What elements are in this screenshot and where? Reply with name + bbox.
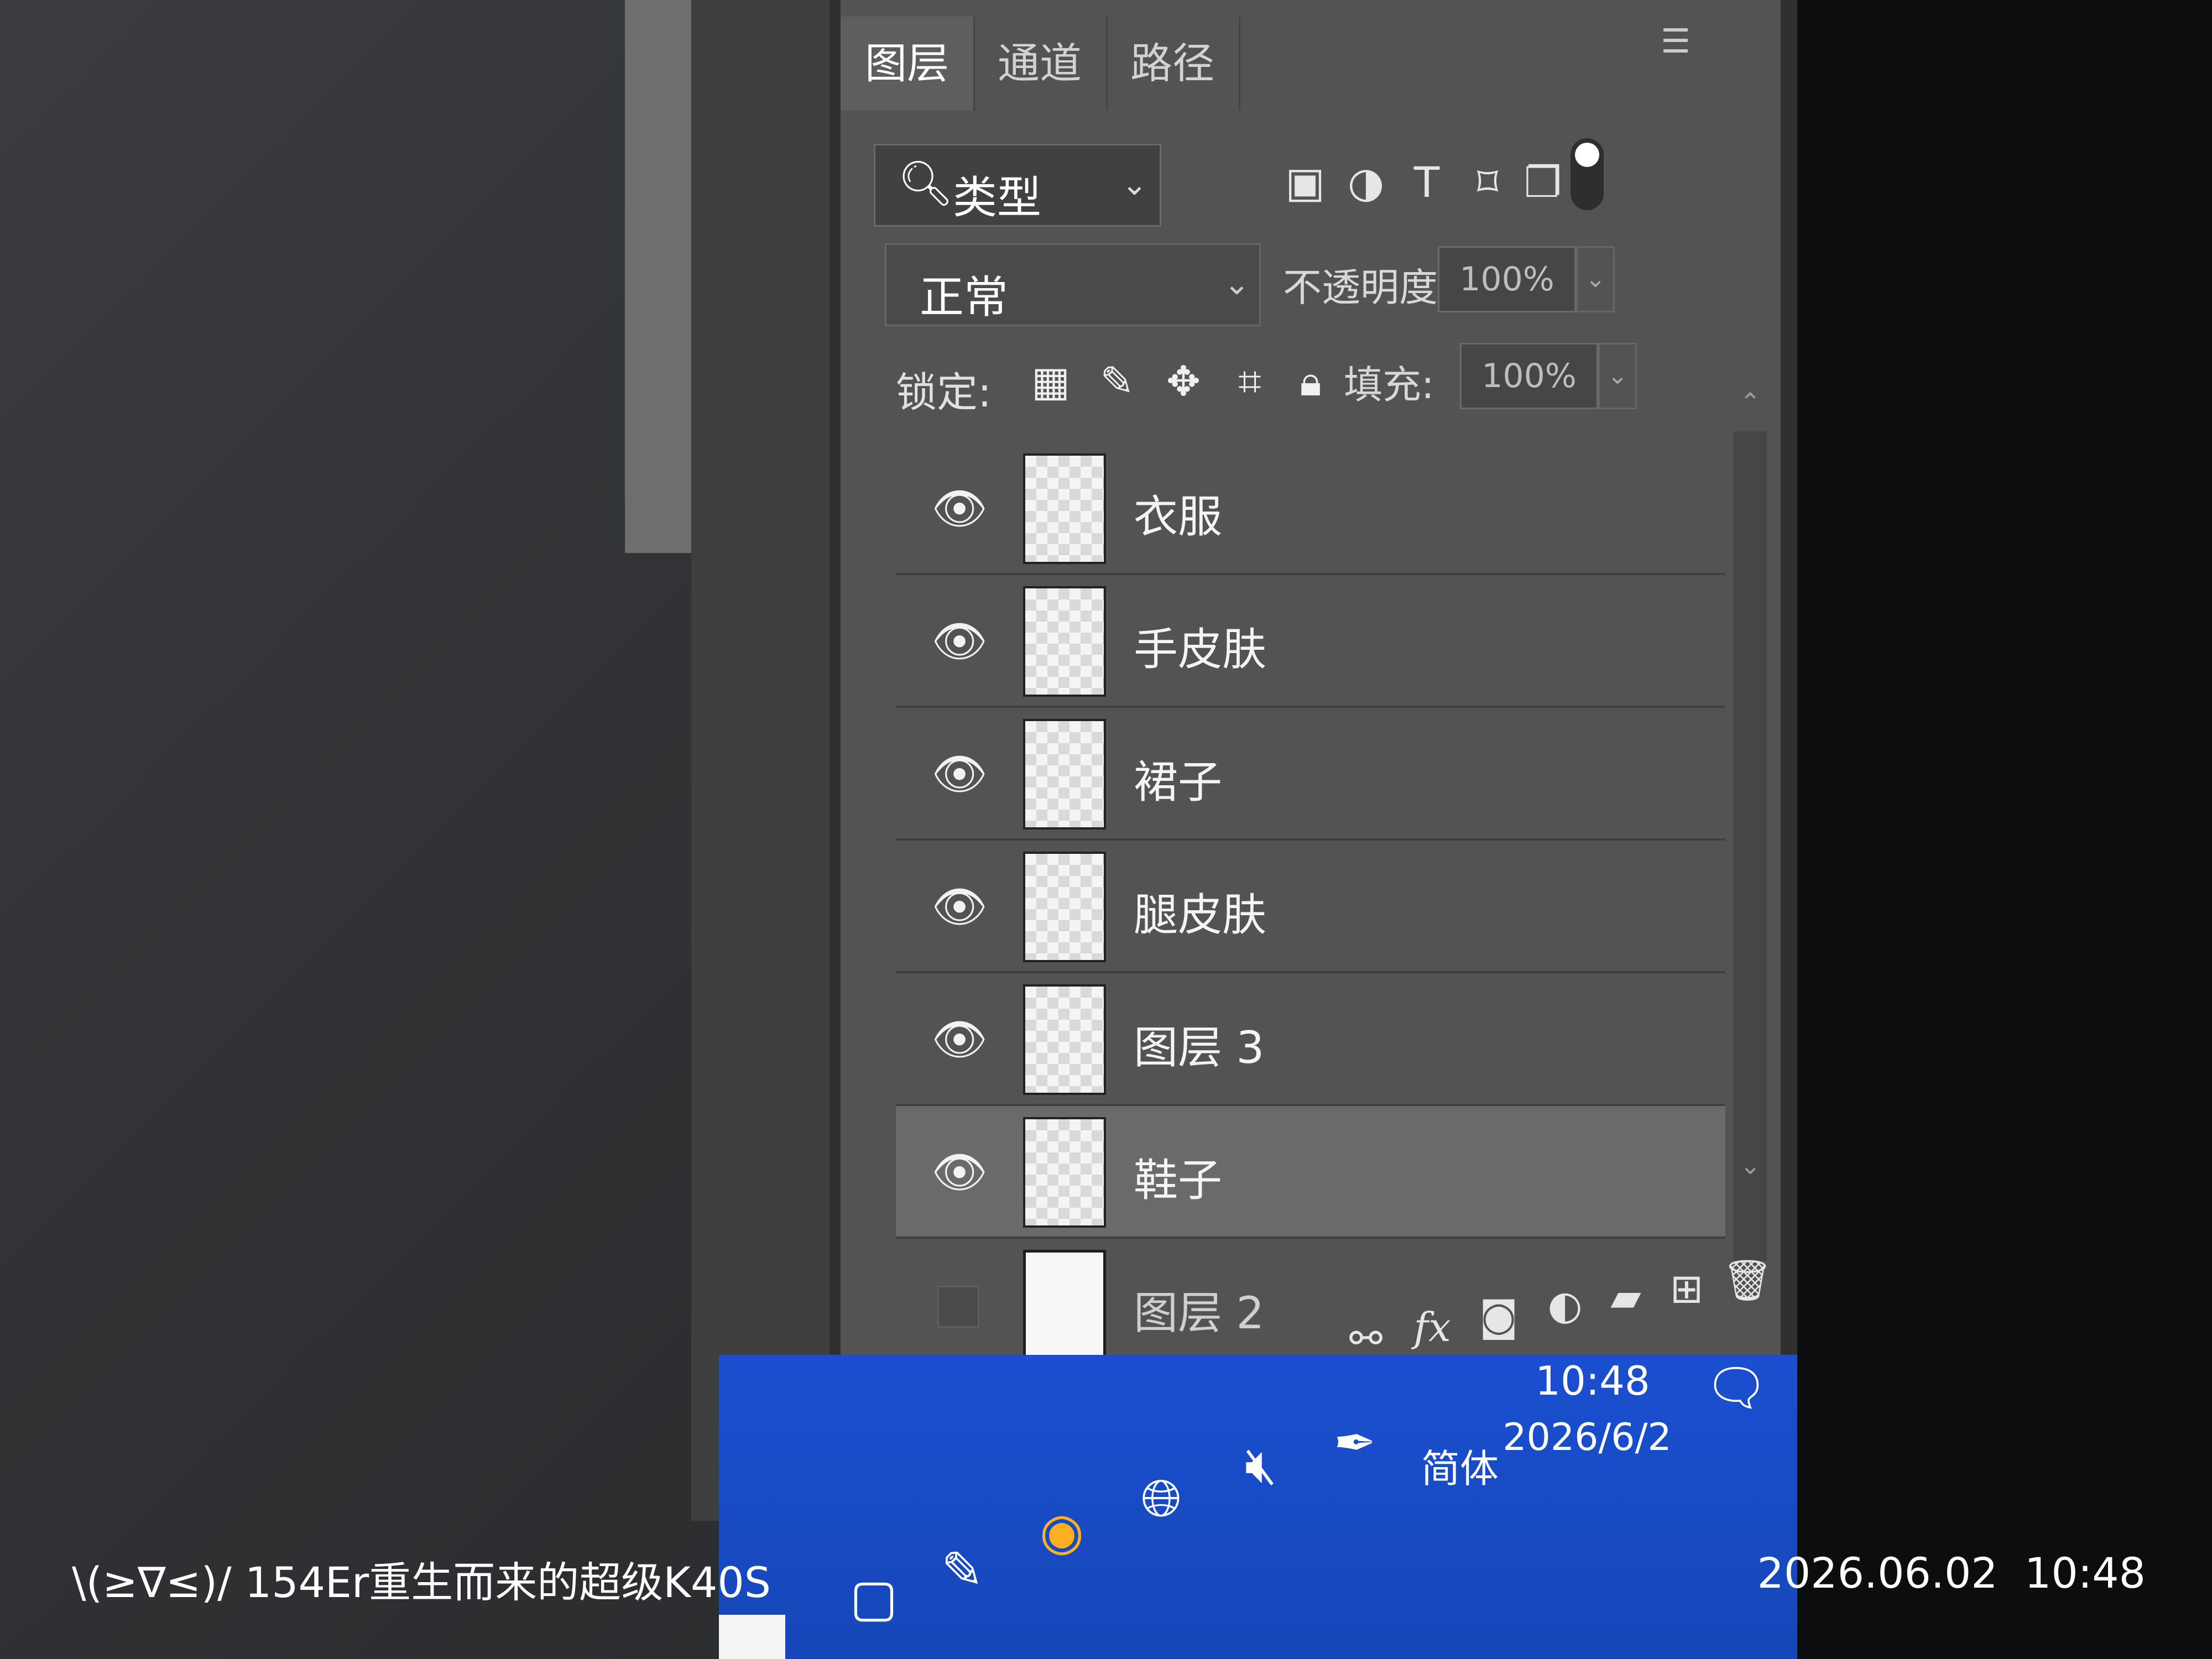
trash-icon[interactable]: 🗑︎: [1720, 1253, 1775, 1308]
layer-thumbnail: [1023, 1117, 1106, 1228]
blend-row: 正常 ⌄ 不透明度: 100% ⌄: [885, 243, 1781, 332]
fill-label: 填充:: [1344, 362, 1434, 408]
adjustment-filter-icon[interactable]: ◑: [1338, 155, 1394, 210]
layer-name: 腿皮肤: [1134, 889, 1266, 941]
tab-layers[interactable]: 图层: [841, 17, 975, 111]
visibility-box-icon[interactable]: [937, 1286, 979, 1328]
pen-tray-icon[interactable]: ✒: [1322, 1410, 1388, 1477]
chevron-down-icon[interactable]: ⌄: [1576, 246, 1615, 312]
layer-row[interactable]: 👁︎ 裙子: [896, 708, 1725, 841]
blend-mode-select[interactable]: 正常 ⌄: [885, 243, 1261, 326]
windows-taskbar: ▢ ✎ ◉ 🌐︎ 🔇︎ ✒ 简体 10:48 2026/6/2 🗨︎: [719, 1355, 1797, 1659]
camera-watermark-right: 2026.06.02 10:48: [1757, 1548, 2146, 1598]
clock-date[interactable]: 2026/6/2: [1493, 1416, 1681, 1459]
type-filter-icon[interactable]: T: [1399, 155, 1454, 210]
input-method-indicator[interactable]: 简体: [1421, 1438, 1499, 1494]
filter-kind-select[interactable]: 🔍︎ 类型 ⌄: [874, 144, 1161, 227]
camera-watermark-left: \(≥∇≤)/ 154Er重生而来的超级K40S: [72, 1558, 771, 1607]
lock-label: 锁定:: [896, 369, 992, 416]
opacity-input[interactable]: 100%: [1438, 246, 1576, 312]
layer-row[interactable]: 👁︎ 腿皮肤: [896, 841, 1725, 973]
fill-input[interactable]: 100%: [1460, 343, 1598, 409]
chevron-down-icon: ⌄: [1224, 266, 1250, 302]
network-globe-icon[interactable]: 🌐︎: [1128, 1465, 1194, 1532]
layer-row[interactable]: 👁︎ 手皮肤: [896, 575, 1725, 708]
lock-transparent-pixels-icon[interactable]: ▦: [1023, 354, 1078, 409]
eye-icon[interactable]: 👁︎: [929, 747, 990, 802]
canvas-vertical-scrollbar[interactable]: [625, 0, 691, 553]
lock-row: 锁定: ▦ ✎ ✥ ⌗ 🔒︎ 填充: 100% ⌄: [896, 337, 1781, 426]
layer-row[interactable]: 👁︎ 衣服: [896, 442, 1725, 575]
layer-name: 手皮肤: [1134, 624, 1266, 675]
blend-mode-value: 正常: [920, 272, 1008, 323]
layer-name: 衣服: [1134, 491, 1222, 542]
layer-thumbnail: [1023, 852, 1106, 962]
layers-scrollbar[interactable]: [1734, 431, 1767, 1261]
layer-name: 裙子: [1134, 757, 1222, 808]
lock-artboard-icon[interactable]: ⌗: [1222, 354, 1277, 409]
window-thumbnail: [719, 1615, 785, 1659]
adjustment-icon[interactable]: ◐: [1537, 1277, 1593, 1333]
eye-icon[interactable]: 👁︎: [929, 481, 990, 536]
filter-kind-label: 类型: [953, 172, 1041, 223]
canvas-side-strip: [691, 0, 846, 1521]
layer-thumbnail: [1023, 984, 1106, 1095]
layer-name: 鞋子: [1134, 1155, 1222, 1206]
app-icon[interactable]: ◉: [1029, 1499, 1095, 1565]
layer-row[interactable]: 👁︎ 图层 3: [896, 973, 1725, 1106]
eye-icon[interactable]: 👁︎: [929, 879, 990, 935]
smart-object-filter-icon[interactable]: ❐: [1515, 155, 1571, 210]
new-layer-icon[interactable]: ⊞: [1659, 1261, 1714, 1316]
image-filter-icon[interactable]: ▣: [1277, 155, 1333, 210]
opacity-label: 不透明度:: [1283, 265, 1451, 310]
speaker-muted-icon[interactable]: 🔇︎: [1228, 1432, 1294, 1499]
lock-image-pixels-icon[interactable]: ✎: [1089, 354, 1145, 409]
search-icon: 🔍︎: [898, 158, 954, 209]
lock-position-icon[interactable]: ✥: [1156, 354, 1211, 409]
panel-tabs: 图层 通道 路径 ☰: [841, 0, 1781, 116]
filter-toggle[interactable]: [1571, 138, 1604, 210]
lock-all-icon[interactable]: 🔒︎: [1283, 354, 1338, 409]
layers-list: 👁︎ 衣服 👁︎ 手皮肤 👁︎ 裙子 👁︎ 腿皮肤 👁︎ 图层 3 👁︎ 鞋子 …: [896, 442, 1725, 1360]
tab-paths[interactable]: 路径: [1106, 17, 1240, 111]
layer-thumbnail: [1023, 586, 1106, 697]
chevron-down-icon[interactable]: ⌄: [1734, 1150, 1767, 1189]
layer-thumbnail: [1023, 1250, 1106, 1360]
task-view-icon[interactable]: ▢: [841, 1565, 907, 1631]
layer-name: 图层 2: [1134, 1287, 1265, 1339]
layer-thumbnail: [1023, 453, 1106, 564]
eye-icon[interactable]: 👁︎: [929, 1012, 990, 1067]
layer-row-selected[interactable]: 👁︎ 鞋子: [896, 1106, 1725, 1239]
eye-icon[interactable]: 👁︎: [929, 614, 990, 669]
layer-thumbnail: [1023, 719, 1106, 830]
layers-panel: 图层 通道 路径 ☰ 🔍︎ 类型 ⌄ ▣ ◑ T ⌑ ❐ 正常 ⌄ 不透明度: …: [841, 0, 1781, 1416]
layer-name: 图层 3: [1134, 1022, 1265, 1073]
pen-app-icon[interactable]: ✎: [929, 1537, 995, 1604]
chevron-up-icon[interactable]: ⌃: [1734, 387, 1767, 426]
eye-icon[interactable]: 👁︎: [929, 1145, 990, 1200]
shape-filter-icon[interactable]: ⌑: [1460, 155, 1515, 210]
tab-channels[interactable]: 通道: [973, 17, 1108, 111]
notification-icon[interactable]: 🗨︎: [1703, 1355, 1770, 1421]
chevron-down-icon[interactable]: ⌄: [1598, 343, 1637, 409]
clock-time[interactable]: 10:48: [1510, 1358, 1676, 1404]
chevron-down-icon: ⌄: [1121, 166, 1147, 202]
hamburger-menu-icon[interactable]: ☰: [1648, 22, 1703, 61]
folder-icon[interactable]: ▰: [1598, 1269, 1653, 1324]
layer-filter-row: 🔍︎ 类型 ⌄ ▣ ◑ T ⌑ ❐: [874, 138, 1781, 232]
mask-icon[interactable]: ◙: [1471, 1288, 1526, 1344]
fx-icon[interactable]: fx: [1405, 1300, 1460, 1355]
